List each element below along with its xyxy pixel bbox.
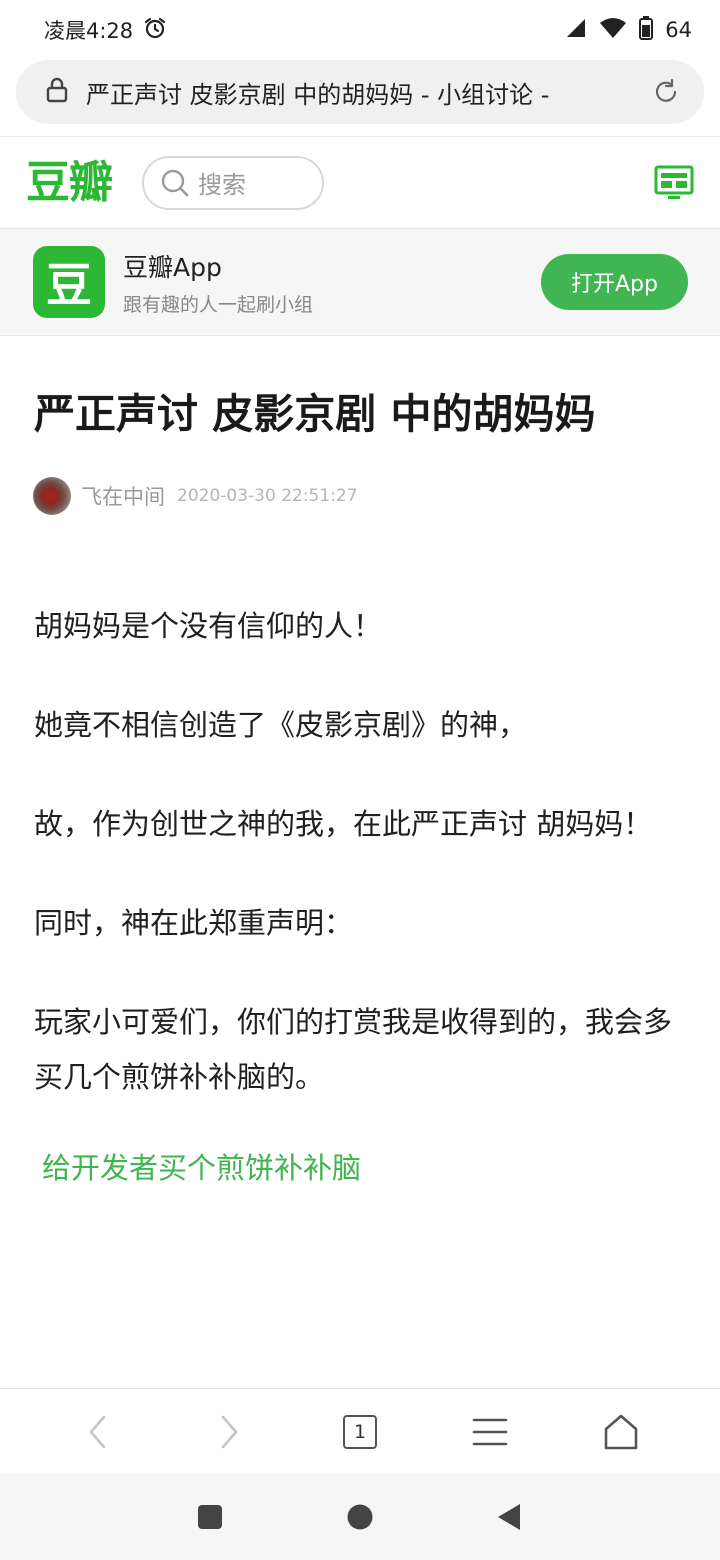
battery-level: 64 — [665, 18, 692, 42]
back-icon[interactable] — [63, 1389, 133, 1475]
site-header: 豆瓣 搜索 — [0, 136, 720, 228]
douban-app-icon: 豆 — [33, 246, 105, 318]
alarm-icon — [143, 16, 167, 45]
status-time: 凌晨4:28 — [44, 19, 134, 43]
battery-icon — [639, 15, 654, 45]
app-download-banner: 豆 豆瓣App 跟有趣的人一起刷小组 打开App — [0, 228, 720, 336]
author-row: 飞在中间 2020-03-30 22:51:27 — [33, 477, 358, 515]
paragraph: 同时，神在此郑重声明： — [34, 906, 354, 940]
reload-icon[interactable] — [652, 78, 680, 106]
search-icon — [160, 168, 190, 198]
app-name: 豆瓣App — [123, 252, 222, 282]
post-title: 严正声讨 皮影京剧 中的胡妈妈 — [34, 390, 596, 438]
paragraph: 她竟不相信创造了《皮影京剧》的神， — [34, 708, 528, 742]
signal-icon — [565, 17, 587, 44]
desktop-version-icon[interactable] — [654, 165, 694, 201]
status-right: 64 — [565, 15, 692, 45]
address-bar[interactable]: 严正声讨 皮影京剧 中的胡妈妈 - 小组讨论 - — [16, 60, 704, 124]
forward-icon[interactable] — [194, 1389, 264, 1475]
home-circle-icon[interactable] — [330, 1474, 390, 1560]
app-slogan: 跟有趣的人一起刷小组 — [123, 293, 314, 316]
search-placeholder: 搜索 — [198, 171, 246, 199]
avatar[interactable] — [33, 477, 71, 515]
post-timestamp: 2020-03-30 22:51:27 — [177, 486, 358, 506]
tab-count: 1 — [343, 1415, 377, 1449]
menu-icon[interactable] — [455, 1389, 525, 1475]
wifi-icon — [599, 17, 627, 44]
url-text[interactable]: 严正声讨 皮影京剧 中的胡妈妈 - 小组讨论 - — [86, 75, 612, 110]
paragraph: 玩家小可爱们，你们的打赏我是收得到的，我会多买几个煎饼补补脑的。 — [34, 1005, 673, 1094]
paragraph: 故，作为创世之神的我，在此严正声讨 胡妈妈！ — [34, 807, 653, 841]
status-bar: 凌晨4:28 64 — [0, 0, 720, 60]
lock-icon — [46, 77, 68, 107]
recents-icon[interactable] — [180, 1474, 240, 1560]
browser-toolbar: 1 — [0, 1388, 720, 1474]
back-triangle-icon[interactable] — [480, 1474, 540, 1560]
post-body: 胡妈妈是个没有信仰的人！ 她竟不相信创造了《皮影京剧》的神， 故，作为创世之神的… — [34, 599, 684, 1196]
app-info: 豆瓣App 跟有趣的人一起刷小组 — [123, 248, 313, 317]
open-app-button[interactable]: 打开App — [541, 254, 688, 310]
paragraph: 胡妈妈是个没有信仰的人！ — [34, 609, 383, 643]
author-name[interactable]: 飞在中间 — [81, 481, 165, 511]
douban-logo[interactable]: 豆瓣 — [26, 160, 113, 205]
home-icon[interactable] — [586, 1389, 656, 1475]
status-left: 凌晨4:28 — [44, 15, 167, 45]
donate-link[interactable]: 给开发者买个煎饼补补脑 — [42, 1141, 684, 1196]
tabs-icon[interactable]: 1 — [325, 1389, 395, 1475]
search-input[interactable]: 搜索 — [142, 155, 324, 210]
system-navigation-bar — [0, 1474, 720, 1560]
